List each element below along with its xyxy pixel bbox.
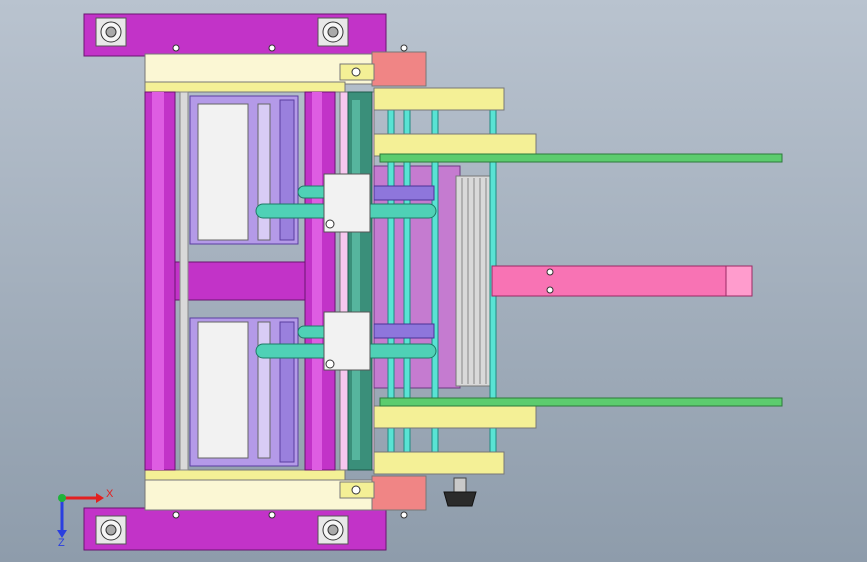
lower-green-rail [379, 397, 783, 407]
bottom-yellow-strip [144, 469, 346, 481]
top-salmon-block [371, 51, 427, 87]
teal-rail [339, 91, 375, 471]
upper-yellow-block [373, 87, 505, 111]
coordinate-triad: X Z [57, 488, 114, 548]
top-mounting-plate [83, 13, 387, 57]
pink-arm [491, 265, 753, 297]
bottom-mounting-plate [83, 507, 387, 551]
cad-viewport[interactable]: X Z [0, 0, 867, 562]
bottom-salmon-block [371, 475, 427, 511]
upper-motor-block [189, 95, 299, 245]
x-axis-label: X [106, 488, 114, 500]
z-axis-label: Z [58, 537, 65, 548]
top-yellow-strip [144, 81, 346, 93]
upper-green-rail [379, 153, 783, 163]
lower-motor-block [189, 317, 299, 467]
y-axis-dot [58, 494, 66, 502]
lower-slide-block [373, 405, 537, 429]
lower-yellow-block [373, 451, 505, 475]
model-view[interactable] [0, 0, 867, 562]
upper-slide-block [373, 133, 537, 157]
